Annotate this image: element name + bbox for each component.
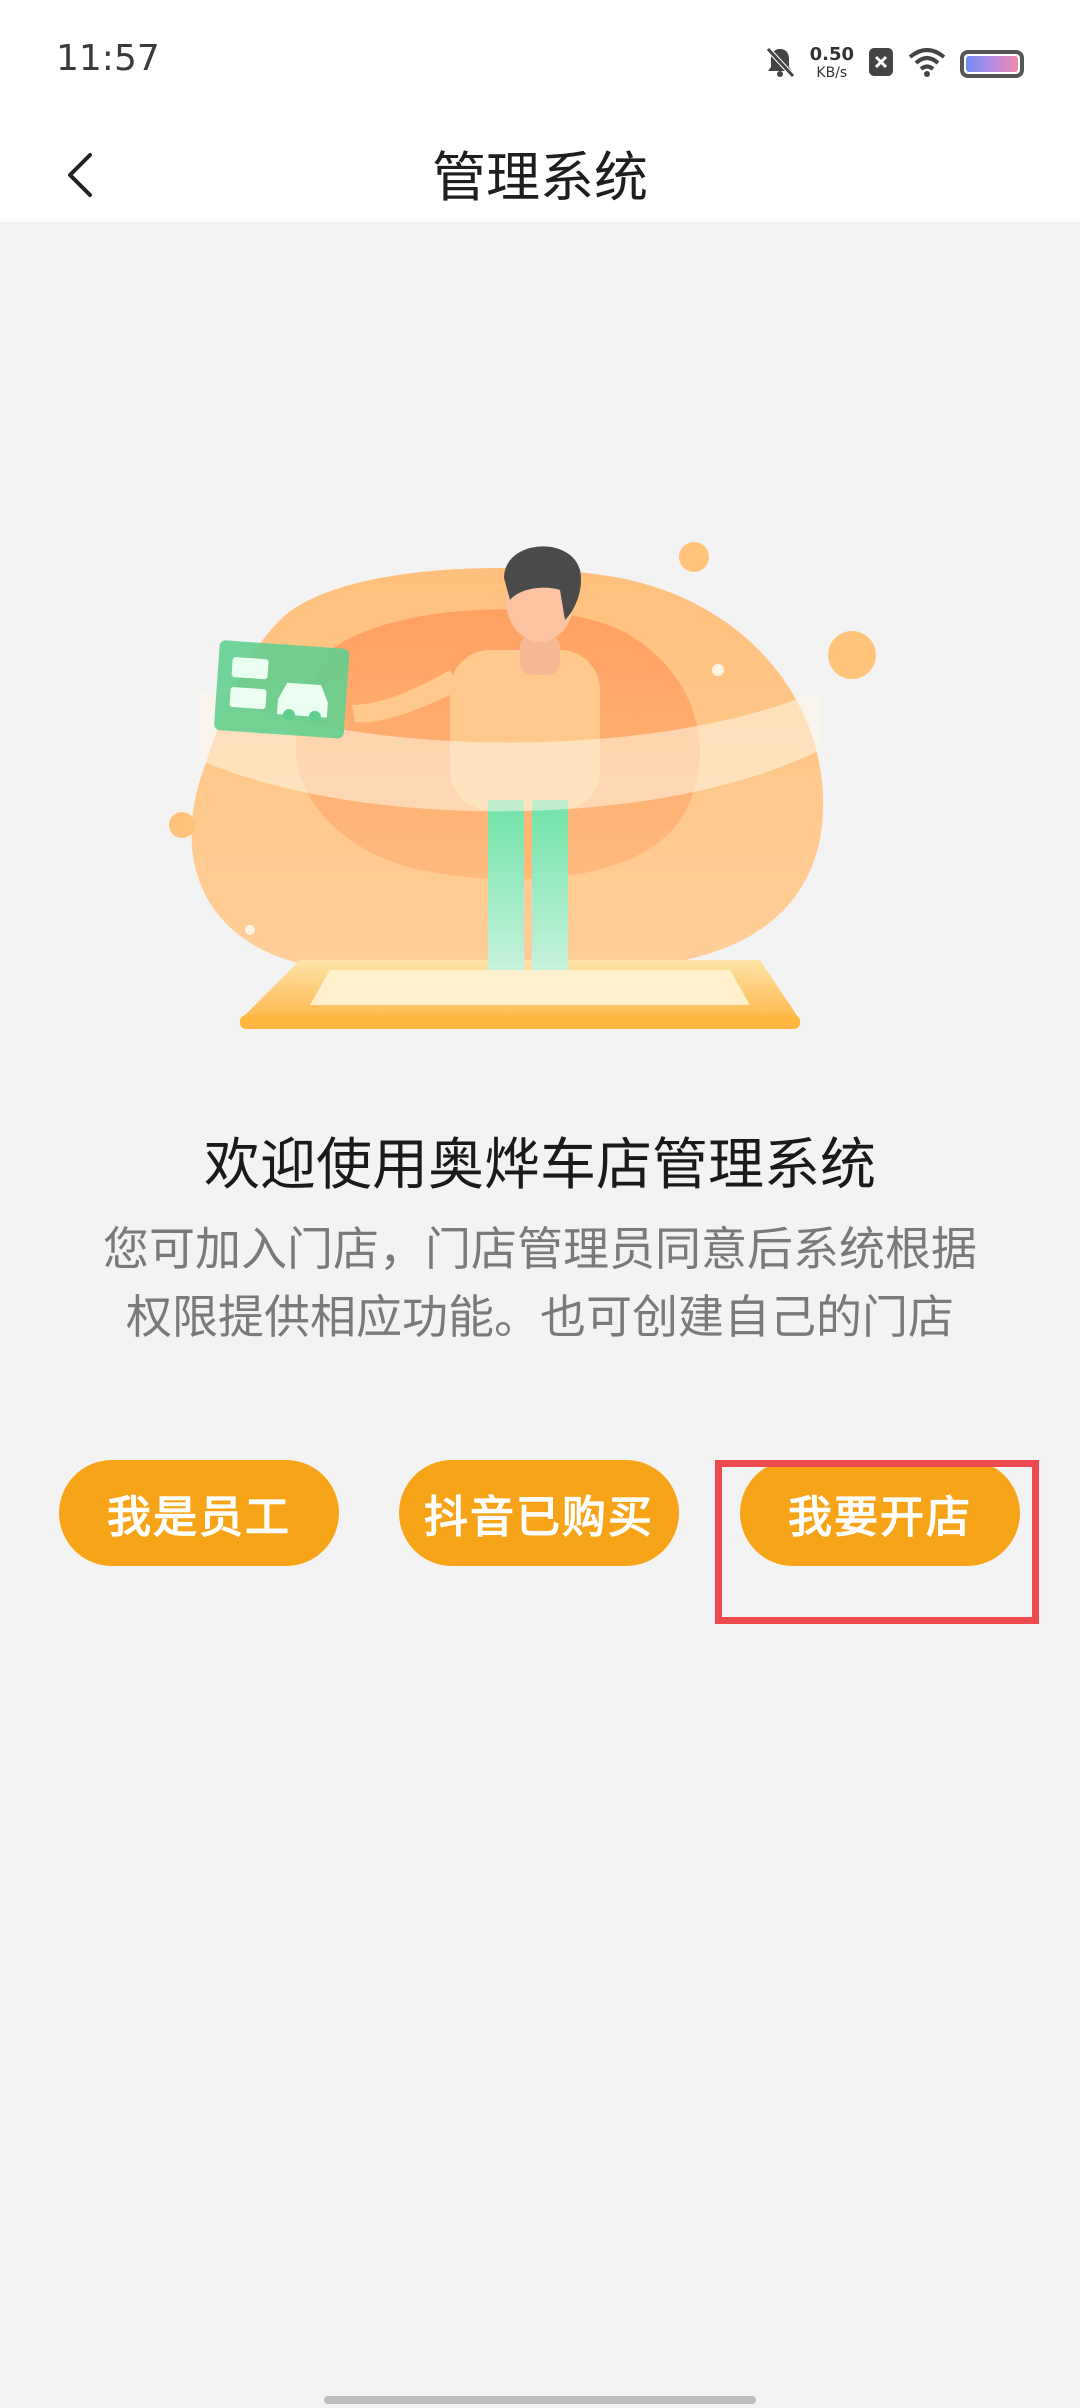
network-speed-unit: KB/s: [816, 65, 848, 81]
home-indicator[interactable]: [324, 2396, 756, 2404]
bell-off-icon: [764, 45, 796, 83]
highlight-box: [715, 1460, 1039, 1624]
welcome-illustration: [160, 500, 920, 1080]
page-title: 管理系统: [432, 146, 648, 209]
welcome-title: 欢迎使用奥烨车店管理系统: [204, 1133, 876, 1198]
battery-icon: [960, 50, 1024, 78]
douyin-purchased-button[interactable]: 抖音已购买: [399, 1460, 679, 1566]
network-speed-value: 0.50: [809, 44, 854, 65]
welcome-description-line2: 权限提供相应功能。也可创建自己的门店: [126, 1290, 954, 1344]
network-speed: 0.50 KB/s: [810, 46, 854, 82]
welcome-description-line1: 您可加入门店，门店管理员同意后系统根据: [103, 1222, 977, 1276]
close-box-icon: [868, 47, 894, 81]
status-bar: 11:57 0.50 KB/s: [0, 0, 1080, 125]
status-time: 11:57: [56, 38, 160, 79]
wifi-icon: [908, 47, 946, 81]
welcome-description: 您可加入门店，门店管理员同意后系统根据 权限提供相应功能。也可创建自己的门店: [60, 1215, 1020, 1351]
employee-button[interactable]: 我是员工: [59, 1460, 339, 1566]
status-icons: 0.50 KB/s: [764, 40, 1024, 88]
app-bar: 管理系统: [0, 125, 1080, 222]
